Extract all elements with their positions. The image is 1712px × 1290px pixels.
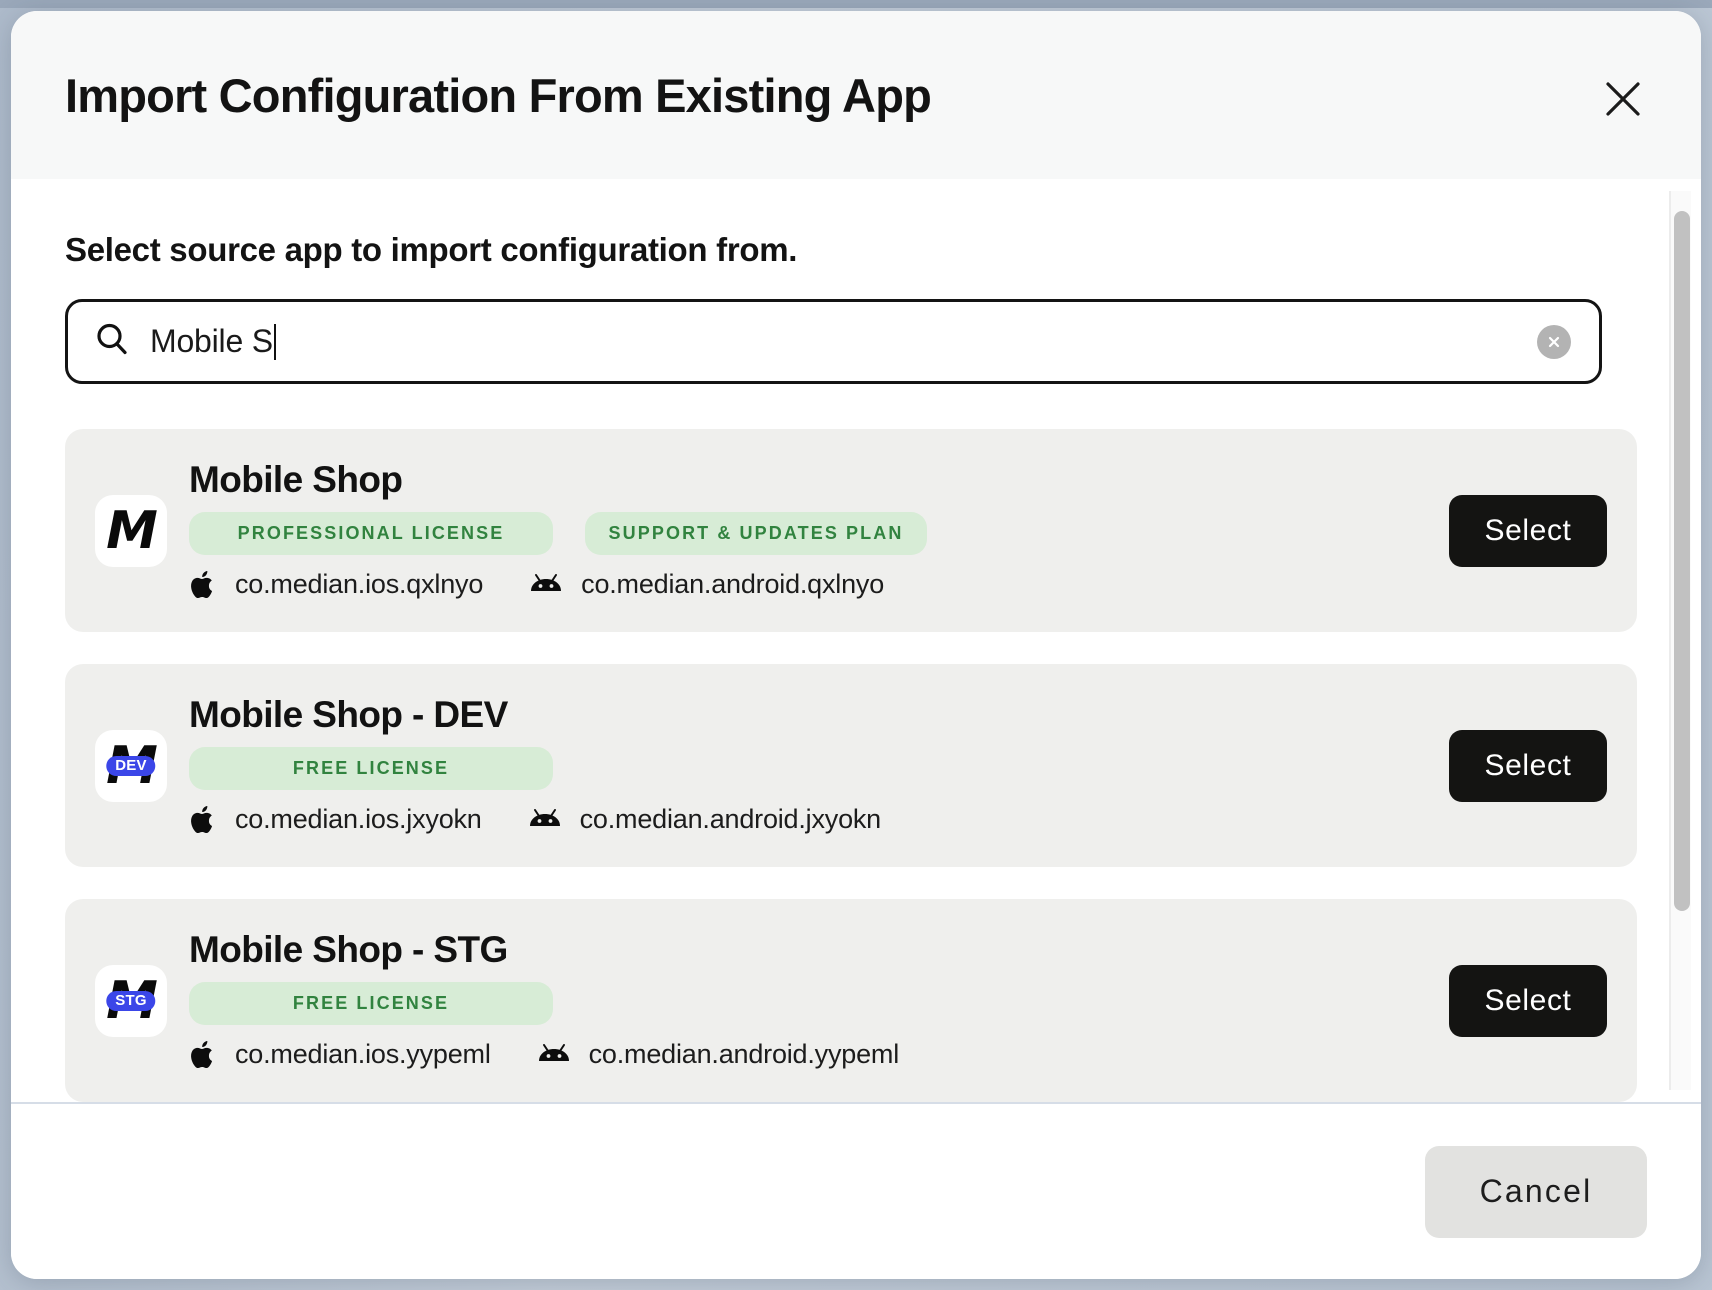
ios-bundle-id: co.median.ios.qxlnyo <box>235 569 484 600</box>
import-configuration-dialog: Import Configuration From Existing App S… <box>11 11 1701 1279</box>
android-bundle-id: co.median.android.yypeml <box>588 1039 900 1070</box>
app-results-list: M Mobile Shop PROFESSIONAL LICENSE SUPPO… <box>65 429 1637 1102</box>
dialog-header: Import Configuration From Existing App <box>11 11 1701 179</box>
select-button[interactable]: Select <box>1449 494 1607 567</box>
prompt-label: Select source app to import configuratio… <box>65 231 798 268</box>
apple-icon <box>189 1039 217 1071</box>
apple-icon <box>189 569 217 601</box>
search-icon <box>94 321 130 362</box>
env-badge: DEV <box>106 755 156 776</box>
list-item[interactable]: M Mobile Shop PROFESSIONAL LICENSE SUPPO… <box>65 429 1637 632</box>
clear-search-button[interactable] <box>1537 324 1571 359</box>
app-name: Mobile Shop <box>189 459 403 501</box>
android-bundle: co.median.android.qxlnyo <box>529 569 884 600</box>
close-icon[interactable] <box>1597 73 1649 125</box>
cancel-button[interactable]: Cancel <box>1425 1145 1647 1238</box>
android-icon <box>529 573 563 597</box>
search-input[interactable]: Mobile S <box>65 299 1602 384</box>
bundle-ids: co.median.ios.jxyokn co.median.android.j… <box>189 804 1425 836</box>
scrollbar[interactable] <box>1669 191 1691 1090</box>
list-item[interactable]: M DEV Mobile Shop - DEV FREE LICENSE <box>65 664 1637 867</box>
ios-bundle-id: co.median.ios.jxyokn <box>235 804 482 835</box>
dialog-title: Import Configuration From Existing App <box>65 68 932 122</box>
status-badge: PROFESSIONAL LICENSE <box>189 511 553 555</box>
license-badges: FREE LICENSE <box>189 981 1425 1025</box>
status-badge: FREE LICENSE <box>189 981 553 1025</box>
window-backdrop <box>0 0 1712 8</box>
search-input-value: Mobile S <box>150 323 273 359</box>
android-icon <box>528 808 562 832</box>
ios-bundle-id: co.median.ios.yypeml <box>235 1039 491 1070</box>
license-badges: FREE LICENSE <box>189 746 1425 790</box>
apple-icon <box>189 804 217 836</box>
app-name: Mobile Shop - DEV <box>189 694 508 736</box>
android-bundle-id: co.median.android.qxlnyo <box>581 569 885 600</box>
dialog-footer: Cancel <box>11 1104 1701 1279</box>
android-bundle: co.median.android.yypeml <box>537 1039 899 1070</box>
app-icon: M STG <box>95 964 167 1037</box>
dialog-body: Select source app to import configuratio… <box>11 179 1701 1104</box>
license-badges: PROFESSIONAL LICENSE SUPPORT & UPDATES P… <box>189 511 1425 555</box>
status-badge: FREE LICENSE <box>189 746 553 790</box>
app-icon: M <box>95 494 167 567</box>
select-button[interactable]: Select <box>1449 729 1607 802</box>
env-badge: STG <box>106 990 156 1011</box>
ios-bundle: co.median.ios.qxlnyo <box>189 569 483 601</box>
app-info: Mobile Shop PROFESSIONAL LICENSE SUPPORT… <box>189 460 1425 601</box>
text-caret <box>273 323 276 360</box>
status-badge: SUPPORT & UPDATES PLAN <box>585 511 927 555</box>
scrollbar-thumb[interactable] <box>1674 211 1690 911</box>
list-item[interactable]: M STG Mobile Shop - STG FREE LICENSE <box>65 899 1637 1102</box>
android-bundle: co.median.android.jxyokn <box>528 804 881 835</box>
app-name: Mobile Shop - STG <box>189 929 508 971</box>
bundle-ids: co.median.ios.qxlnyo co.median.android.q… <box>189 569 1425 601</box>
ios-bundle: co.median.ios.jxyokn <box>189 804 482 836</box>
android-bundle-id: co.median.android.jxyokn <box>579 804 882 835</box>
app-icon-letter: M <box>106 500 158 561</box>
select-button[interactable]: Select <box>1449 964 1607 1037</box>
app-info: Mobile Shop - DEV FREE LICENSE co.median… <box>189 695 1425 836</box>
bundle-ids: co.median.ios.yypeml co.median.android.y… <box>189 1039 1425 1071</box>
ios-bundle: co.median.ios.yypeml <box>189 1039 491 1071</box>
app-icon: M DEV <box>95 729 167 802</box>
app-info: Mobile Shop - STG FREE LICENSE co.median… <box>189 930 1425 1071</box>
android-icon <box>537 1043 571 1067</box>
